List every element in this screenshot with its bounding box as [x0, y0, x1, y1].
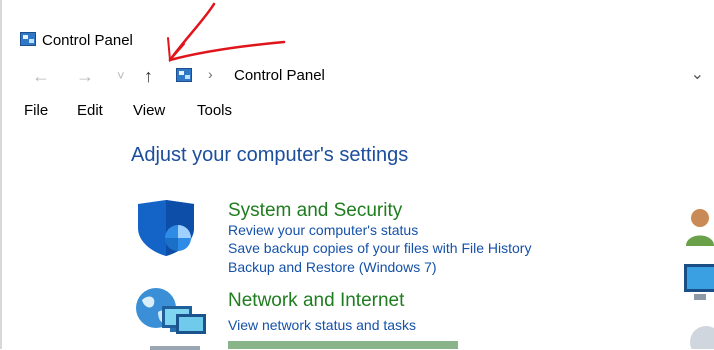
menu-edit[interactable]: Edit — [77, 102, 103, 119]
link-review-status[interactable]: Review your computer's status — [228, 222, 418, 238]
link-file-history[interactable]: Save backup copies of your files with Fi… — [228, 240, 531, 256]
menu-file[interactable]: File — [24, 102, 48, 119]
page-heading: Adjust your computer's settings — [131, 144, 409, 166]
address-dropdown-button[interactable]: ⌄ — [691, 64, 704, 84]
breadcrumb-control-panel[interactable]: Control Panel — [234, 67, 325, 84]
back-button[interactable]: ← — [32, 64, 50, 88]
breadcrumb-separator: › — [208, 66, 213, 82]
address-bar[interactable]: › Control Panel ⌄ — [172, 62, 714, 90]
window-title: Control Panel — [42, 32, 133, 49]
control-panel-icon — [20, 32, 36, 46]
menu-tools[interactable]: Tools — [197, 102, 232, 119]
menu-view[interactable]: View — [133, 102, 165, 119]
appearance-icon — [684, 264, 714, 300]
shield-icon[interactable] — [132, 198, 204, 258]
next-category-title-fragment — [228, 341, 458, 349]
up-button[interactable]: ↑ — [144, 64, 153, 88]
navigation-bar: ← → ˅ ↑ › Control Panel ⌄ — [0, 62, 714, 92]
user-accounts-icon — [686, 209, 714, 246]
control-panel-icon — [176, 68, 192, 82]
forward-button[interactable]: → — [76, 64, 94, 88]
clock-region-icon — [690, 326, 714, 349]
menu-bar: File Edit View Tools — [0, 100, 714, 124]
link-view-network-status[interactable]: View network status and tasks — [228, 317, 416, 333]
recent-locations-button[interactable]: ˅ — [117, 64, 125, 88]
category-title[interactable]: System and Security — [228, 200, 402, 222]
network-globe-icon[interactable] — [132, 286, 212, 338]
category-title[interactable]: Network and Internet — [228, 290, 404, 312]
title-bar: Control Panel — [0, 20, 714, 60]
link-backup-restore[interactable]: Backup and Restore (Windows 7) — [228, 259, 437, 275]
